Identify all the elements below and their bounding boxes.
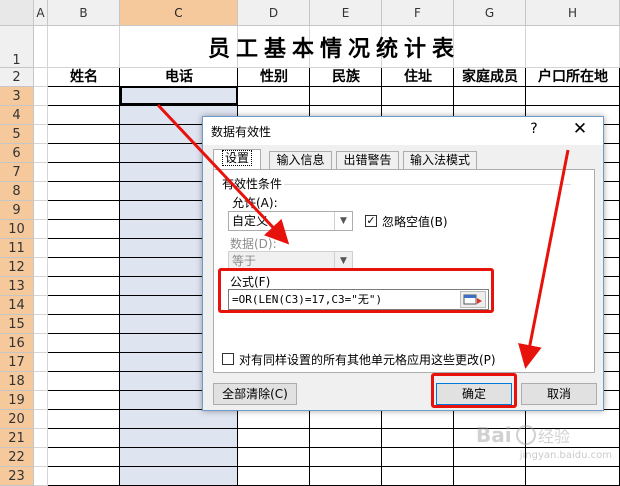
svg-text:Bai: Bai	[476, 423, 512, 447]
watermark-url: jingyan.baidu.com	[519, 450, 612, 461]
arrow-to-allow	[156, 103, 290, 245]
baidu-watermark-logo: Bai 经验 jingyan.baidu.com	[468, 420, 616, 472]
annotation-arrows	[156, 103, 570, 369]
arrow-to-ok	[518, 149, 570, 369]
svg-text:经验: 经验	[538, 427, 570, 446]
